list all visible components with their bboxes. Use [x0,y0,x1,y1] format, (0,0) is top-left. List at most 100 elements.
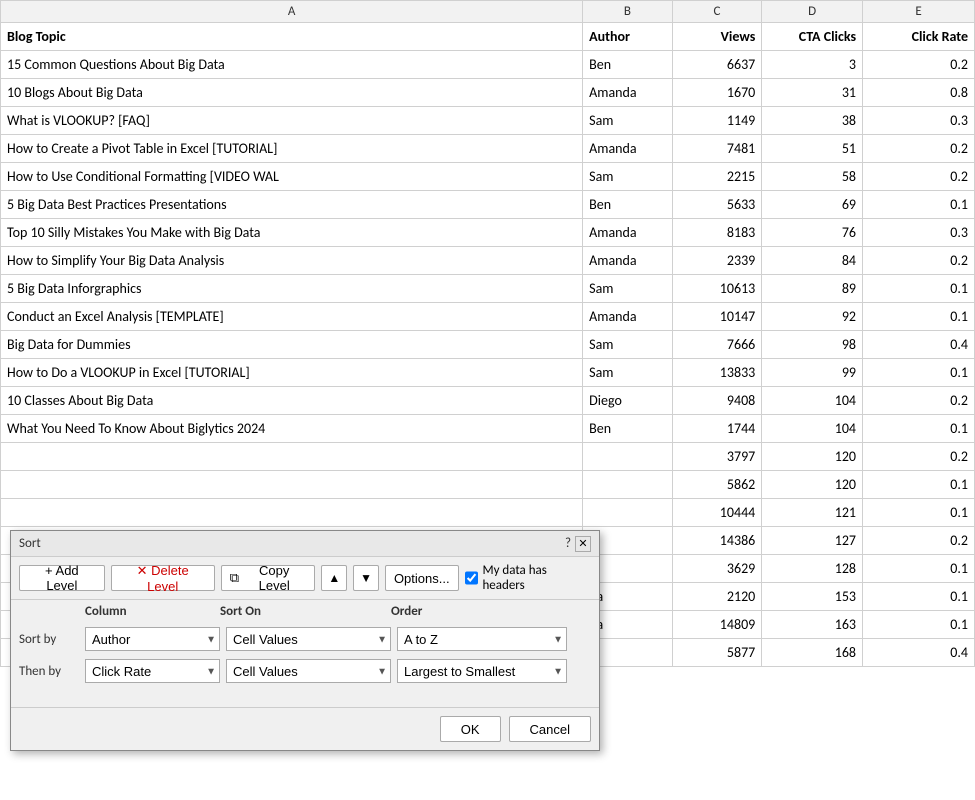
close-button[interactable]: ✕ [575,536,591,552]
cell-r12-c4: 99 [762,359,863,387]
cell-r16-c5: 0.1 [863,471,975,499]
header-click-rate: Click Rate [863,23,975,51]
cell-r16-c4: 120 [762,471,863,499]
then-by-order-select[interactable]: Largest to Smallest Smallest to Largest [397,659,567,683]
move-up-button[interactable]: ▲ [321,565,347,591]
cell-r11-c3: 7666 [672,331,762,359]
col-header-b: B [583,1,673,23]
table-row: 58621200.1 [1,471,975,499]
cell-r12-c2: Sam [583,359,673,387]
cell-r21-c4: 163 [762,611,863,639]
header-blog-topic: Blog Topic [1,23,583,51]
copy-level-icon: ⧉ [230,570,239,586]
cell-r16-c1 [1,471,583,499]
then-by-sorton-wrapper: Cell Values Cell Color Font Color [226,659,391,683]
cell-r10-c4: 92 [762,303,863,331]
col-header-c: C [672,1,762,23]
cell-r19-c3: 3629 [672,555,762,583]
cell-r22-c4: 168 [762,639,863,667]
cell-r18-c4: 127 [762,527,863,555]
cell-r8-c5: 0.2 [863,247,975,275]
col-headers-row: Column Sort On Order [11,600,599,623]
cell-r4-c2: Amanda [583,135,673,163]
options-button[interactable]: Options... [385,565,459,591]
cell-r6-c3: 5633 [672,191,762,219]
cell-r4-c3: 7481 [672,135,762,163]
copy-level-button[interactable]: ⧉ Copy Level [221,565,316,591]
headers-checkbox[interactable] [465,571,479,585]
cell-r17-c1 [1,499,583,527]
cell-r18-c5: 0.2 [863,527,975,555]
cell-r14-c3: 1744 [672,415,762,443]
dialog-toolbar: + Add Level ✕ Delete Level ⧉ Copy Level … [11,557,599,600]
headers-checkbox-label: My data has headers [482,563,591,593]
cell-r13-c5: 0.2 [863,387,975,415]
table-row: What You Need To Know About Biglytics 20… [1,415,975,443]
table-row: 37971200.2 [1,443,975,471]
cell-r10-c5: 0.1 [863,303,975,331]
cell-r21-c5: 0.1 [863,611,975,639]
cell-r17-c4: 121 [762,499,863,527]
col-header-order: Order [391,604,561,619]
cell-r6-c4: 69 [762,191,863,219]
cell-r15-c2 [583,443,673,471]
table-row: How to Create a Pivot Table in Excel [TU… [1,135,975,163]
sort-by-column-wrapper: Author Blog Topic Views CTA Clicks Click… [85,627,220,651]
sort-by-label: Sort by [19,632,79,647]
cell-r12-c1: How to Do a VLOOKUP in Excel [TUTORIAL] [1,359,583,387]
cell-r15-c4: 120 [762,443,863,471]
col-header-sorton: Sort On [220,604,385,619]
col-header-column: Column [19,604,214,619]
sort-by-sorton-wrapper: Cell Values Cell Color Font Color [226,627,391,651]
help-icon[interactable]: ? [565,536,571,551]
cell-r7-c5: 0.3 [863,219,975,247]
cell-r11-c5: 0.4 [863,331,975,359]
cell-r13-c1: 10 Classes About Big Data [1,387,583,415]
cell-r2-c2: Amanda [583,79,673,107]
cell-r9-c5: 0.1 [863,275,975,303]
then-by-sorton-select[interactable]: Cell Values Cell Color Font Color [226,659,391,683]
cell-r3-c1: What is VLOOKUP? [FAQ] [1,107,583,135]
table-row: 104441210.1 [1,499,975,527]
add-level-button[interactable]: + Add Level [19,565,105,591]
spreadsheet: A B C D E Blog Topic Author Views CTA Cl… [0,0,975,800]
cell-r8-c4: 84 [762,247,863,275]
delete-level-button[interactable]: ✕ Delete Level [111,565,215,591]
table-row: Big Data for DummiesSam7666980.4 [1,331,975,359]
cell-r17-c2 [583,499,673,527]
table-row: 15 Common Questions About Big DataBen663… [1,51,975,79]
cell-r15-c1 [1,443,583,471]
table-row: 5 Big Data InforgraphicsSam10613890.1 [1,275,975,303]
move-down-button[interactable]: ▼ [353,565,379,591]
cancel-button[interactable]: Cancel [509,716,591,742]
cell-r14-c1: What You Need To Know About Biglytics 20… [1,415,583,443]
cell-r19-c5: 0.1 [863,555,975,583]
cell-r5-c2: Sam [583,163,673,191]
sort-by-sorton-select[interactable]: Cell Values Cell Color Font Color [226,627,391,651]
cell-r9-c3: 10613 [672,275,762,303]
cell-r12-c5: 0.1 [863,359,975,387]
cell-r16-c3: 5862 [672,471,762,499]
cell-r5-c1: How to Use Conditional Formatting [VIDEO… [1,163,583,191]
cell-r16-c2 [583,471,673,499]
table-row: Top 10 Silly Mistakes You Make with Big … [1,219,975,247]
col-header-a: A [1,1,583,23]
sort-by-column-select[interactable]: Author Blog Topic Views CTA Clicks Click… [85,627,220,651]
cell-r14-c4: 104 [762,415,863,443]
cell-r10-c3: 10147 [672,303,762,331]
cell-r5-c5: 0.2 [863,163,975,191]
cell-r14-c5: 0.1 [863,415,975,443]
cell-r7-c3: 8183 [672,219,762,247]
then-by-column-select[interactable]: Click Rate Blog Topic Author Views CTA C… [85,659,220,683]
cell-r2-c5: 0.8 [863,79,975,107]
dialog-body: + Add Level ✕ Delete Level ⧉ Copy Level … [11,557,599,750]
ok-button[interactable]: OK [440,716,501,742]
cell-r11-c2: Sam [583,331,673,359]
table-row: Conduct an Excel Analysis [TEMPLATE]Aman… [1,303,975,331]
cell-r17-c5: 0.1 [863,499,975,527]
dialog-footer: OK Cancel [11,707,599,750]
cell-r20-c5: 0.1 [863,583,975,611]
cell-r13-c2: Diego [583,387,673,415]
header-cta-clicks: CTA Clicks [762,23,863,51]
sort-by-order-select[interactable]: A to Z Z to A [397,627,567,651]
